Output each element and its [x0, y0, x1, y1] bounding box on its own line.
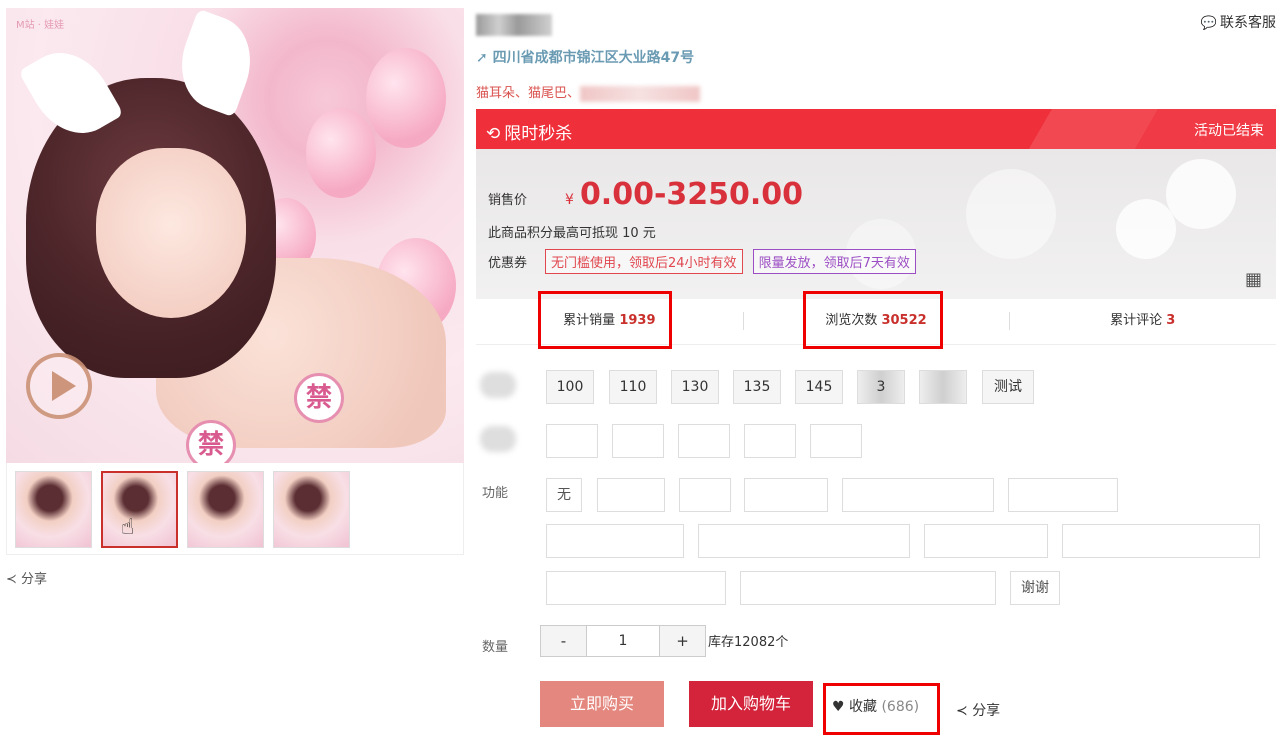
- redacted-option[interactable]: [810, 424, 862, 458]
- currency-symbol: ¥: [565, 192, 574, 208]
- size-option[interactable]: 100: [546, 370, 594, 404]
- product-info: 💬 联系客服 ➚ 四川省成都市锦江区大业路47号 猫耳朵、猫尾巴、 ⟲ 限时秒杀 活…: [476, 0, 1276, 745]
- location-arrow-icon: ➚: [476, 50, 488, 66]
- video-play-icon[interactable]: [26, 353, 92, 419]
- share-icon: ≺: [956, 703, 968, 719]
- reviews-value: 3: [1166, 313, 1176, 328]
- redacted-option[interactable]: [740, 571, 996, 605]
- redacted-option[interactable]: [612, 424, 664, 458]
- size-option-test[interactable]: 测试: [982, 370, 1034, 404]
- flash-sale-status: 活动已结束: [1194, 123, 1264, 139]
- address-text: 四川省成都市锦江区大业路47号: [492, 50, 695, 66]
- size-option[interactable]: 145: [795, 370, 843, 404]
- quantity-input[interactable]: 1: [586, 626, 660, 656]
- quantity-plus-button[interactable]: +: [660, 626, 705, 656]
- coupon-label: 优惠券: [488, 256, 528, 271]
- buy-now-button[interactable]: 立即购买: [540, 681, 664, 727]
- image-watermark: M站 · 娃娃: [16, 20, 65, 31]
- product-gallery: M站 · 娃娃 禁 禁 ☝: [6, 8, 464, 555]
- quantity-label: 数量: [482, 640, 509, 655]
- size-option[interactable]: 110: [609, 370, 657, 404]
- redacted-option[interactable]: [678, 424, 730, 458]
- highlight-box-views: [803, 291, 943, 349]
- size-option[interactable]: 3: [857, 370, 905, 404]
- product-title-redacted: [476, 14, 552, 36]
- quantity-minus-button[interactable]: -: [541, 626, 586, 656]
- redacted-option[interactable]: [744, 424, 796, 458]
- size-option[interactable]: 135: [733, 370, 781, 404]
- redacted-option[interactable]: [546, 424, 598, 458]
- flower-decoration: [1166, 159, 1236, 229]
- thumbnail-1[interactable]: [15, 471, 92, 548]
- gallery-share-link[interactable]: ≺ 分享: [6, 568, 47, 587]
- thumbnail-3[interactable]: [187, 471, 264, 548]
- qr-code-icon[interactable]: ▦: [1245, 269, 1262, 290]
- redacted-option[interactable]: [546, 524, 684, 558]
- add-to-cart-button[interactable]: 加入购物车: [689, 681, 813, 727]
- size-option[interactable]: 130: [671, 370, 719, 404]
- price-value: 0.00-3250.00: [579, 177, 804, 212]
- service-label: 联系客服: [1220, 15, 1276, 31]
- figure-face: [96, 148, 246, 318]
- function-label: 功能: [482, 486, 509, 501]
- redacted-option[interactable]: [698, 524, 910, 558]
- reviews-label: 累计评论: [1110, 313, 1163, 328]
- tags-text: 猫耳朵、猫尾巴、: [476, 86, 581, 101]
- redacted-option[interactable]: [597, 478, 665, 512]
- coupon-row: 优惠券 无门槛使用，领取后24小时有效 限量发放，领取后7天有效: [488, 249, 916, 274]
- function-option-thanks[interactable]: 谢谢: [1010, 571, 1060, 605]
- censor-sticker: 禁: [294, 373, 344, 423]
- balloon-decoration: [366, 48, 446, 148]
- redacted-option[interactable]: [1062, 524, 1260, 558]
- product-tags: 猫耳朵、猫尾巴、: [476, 82, 701, 102]
- price-box: 销售价 ¥ 0.00-3250.00 此商品积分最高可抵现 10 元 优惠券 无…: [476, 149, 1276, 299]
- quantity-stepper: - 1 +: [540, 625, 706, 657]
- thumbnail-2[interactable]: ☝: [101, 471, 178, 548]
- redacted-option[interactable]: [679, 478, 731, 512]
- gallery-share-label: 分享: [21, 572, 48, 587]
- store-address[interactable]: ➚ 四川省成都市锦江区大业路47号: [476, 47, 694, 67]
- censor-sticker: 禁: [186, 420, 236, 463]
- option-label-redacted: [480, 426, 516, 452]
- flower-decoration: [966, 169, 1056, 259]
- thumbnail-strip: ☝: [6, 463, 464, 555]
- balloon-decoration: [306, 108, 376, 198]
- points-info: 此商品积分最高可抵现 10 元: [488, 226, 656, 241]
- favorite-label: 收藏: [849, 699, 878, 715]
- size-option[interactable]: [919, 370, 967, 404]
- flower-decoration: [1116, 199, 1176, 259]
- flash-sale-bar: ⟲ 限时秒杀 活动已结束: [476, 109, 1276, 149]
- stat-reviews[interactable]: 累计评论 3: [1009, 297, 1276, 344]
- coupon-limited[interactable]: 限量发放，领取后7天有效: [752, 249, 916, 274]
- contact-service-link[interactable]: 💬 联系客服: [1201, 12, 1276, 32]
- hand-cursor-icon: ☝: [121, 515, 135, 540]
- highlight-box-sales: [538, 291, 672, 349]
- chat-icon: 💬: [1200, 16, 1217, 31]
- share-button[interactable]: ≺ 分享: [956, 700, 1000, 720]
- price-row: 销售价 ¥ 0.00-3250.00: [488, 177, 803, 212]
- favorite-button[interactable]: ♥ 收藏 (686): [832, 696, 919, 716]
- redacted-option[interactable]: [744, 478, 828, 512]
- countdown-icon: ⟲: [486, 124, 501, 144]
- share-label: 分享: [972, 703, 1001, 719]
- tags-redacted: [580, 85, 701, 102]
- function-option-none[interactable]: 无: [546, 478, 582, 512]
- redacted-option[interactable]: [1008, 478, 1118, 512]
- main-product-image[interactable]: M站 · 娃娃 禁 禁: [6, 8, 464, 463]
- coupon-no-threshold[interactable]: 无门槛使用，领取后24小时有效: [545, 249, 743, 274]
- favorite-count: (686): [881, 699, 920, 715]
- flash-sale-title: ⟲ 限时秒杀: [486, 119, 572, 144]
- redacted-option[interactable]: [924, 524, 1048, 558]
- heart-icon: ♥: [832, 699, 845, 715]
- stock-count: 库存12082个: [708, 635, 789, 650]
- redacted-option[interactable]: [546, 571, 726, 605]
- redacted-option[interactable]: [842, 478, 994, 512]
- price-label: 销售价: [488, 193, 528, 208]
- size-label-redacted: [480, 372, 516, 398]
- share-icon: ≺: [6, 572, 17, 587]
- flash-sale-label: 限时秒杀: [504, 124, 573, 144]
- thumbnail-4[interactable]: [273, 471, 350, 548]
